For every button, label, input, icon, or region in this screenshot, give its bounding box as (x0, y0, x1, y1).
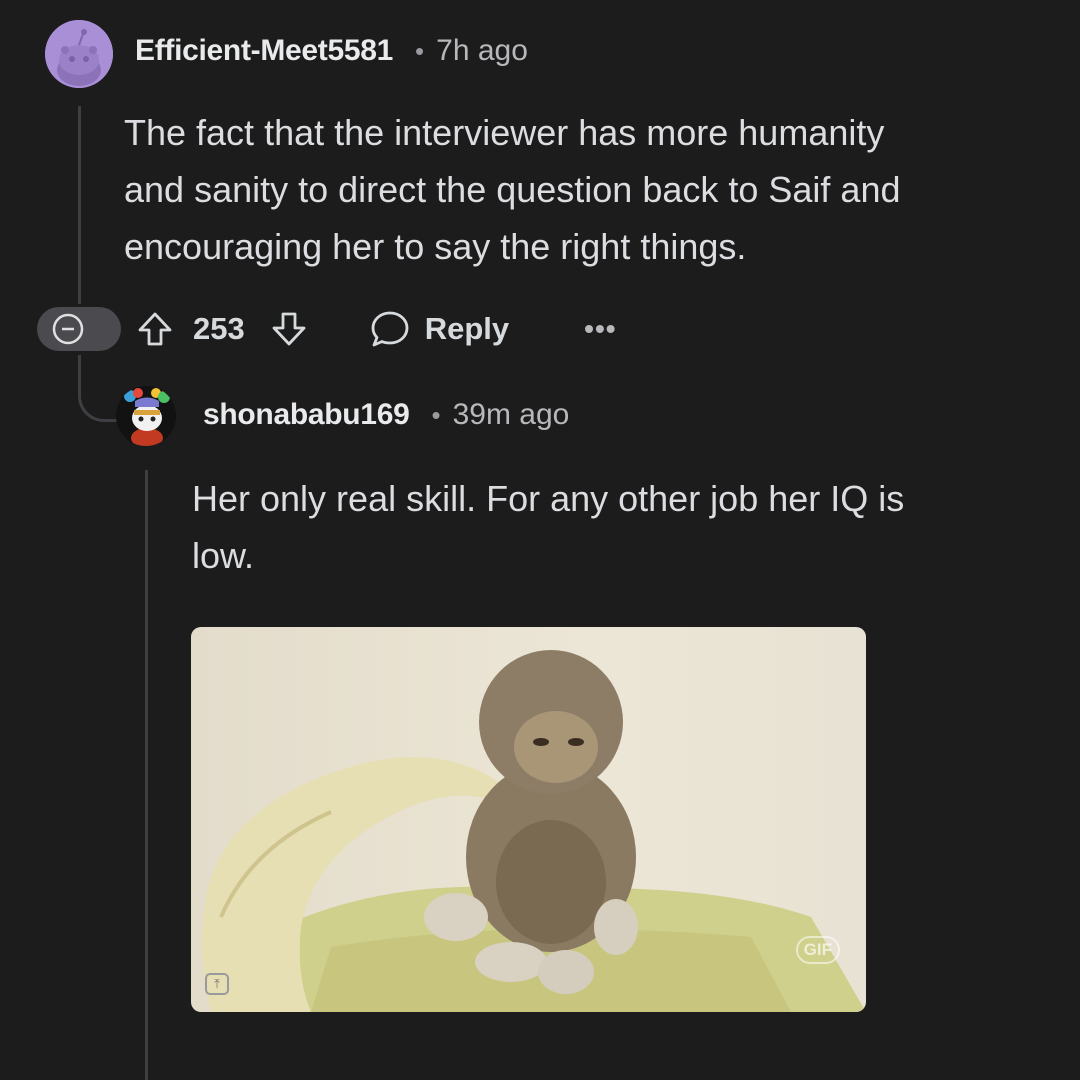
comment-header: Efficient-Meet5581 • 7h ago (135, 34, 528, 68)
comment-bubble-icon (371, 311, 409, 347)
comment-body-line: low. (192, 535, 255, 576)
upvote-button[interactable] (135, 309, 175, 349)
comment-body-line: The fact that the interviewer has more h… (124, 112, 885, 153)
collapse-icon (52, 313, 84, 345)
upvote-icon (138, 312, 172, 346)
username[interactable]: shonababu169 (203, 398, 410, 432)
snoo-avatar-icon (116, 386, 176, 446)
downvote-icon (272, 312, 306, 346)
avatar[interactable] (116, 386, 176, 446)
reply-button[interactable]: Reply (369, 308, 509, 350)
comment-body: Her only real skill. For any other job h… (192, 470, 1052, 584)
comment-body-line: and sanity to direct the question back t… (124, 169, 901, 210)
separator-dot: • (415, 35, 425, 66)
comment-body-line: Her only real skill. For any other job h… (192, 478, 905, 519)
avatar[interactable] (45, 20, 113, 88)
timestamp: 7h ago (436, 34, 528, 67)
snoo-avatar-icon (45, 20, 113, 88)
comment-header: shonababu169 • 39m ago (203, 398, 569, 432)
vote-score: 253 (193, 311, 245, 346)
comment-body-line: encouraging her to say the right things. (124, 226, 747, 267)
thread-line-top[interactable] (78, 106, 81, 304)
downvote-button[interactable] (269, 309, 309, 349)
comment-thread: Efficient-Meet5581 • 7h ago The fact tha… (0, 0, 1080, 1080)
comment-body: The fact that the interviewer has more h… (124, 104, 1024, 275)
thread-connector-curve[interactable] (78, 355, 119, 422)
username[interactable]: Efficient-Meet5581 (135, 34, 393, 68)
gif-badge-icon: ⤒ (205, 973, 229, 995)
monkey-plush-gif-image (191, 627, 866, 1012)
reply-label: Reply (424, 311, 510, 346)
timestamp: 39m ago (452, 398, 570, 431)
comment-actions: 253 Reply ••• (37, 304, 617, 354)
more-options-icon[interactable]: ••• (584, 313, 616, 345)
gif-label: GIF (795, 936, 840, 964)
thread-line-reply[interactable] (145, 470, 148, 1080)
collapse-button[interactable] (37, 307, 121, 351)
separator-dot: • (431, 399, 441, 430)
gif-embed[interactable]: ⤒ GIF (191, 627, 866, 1012)
